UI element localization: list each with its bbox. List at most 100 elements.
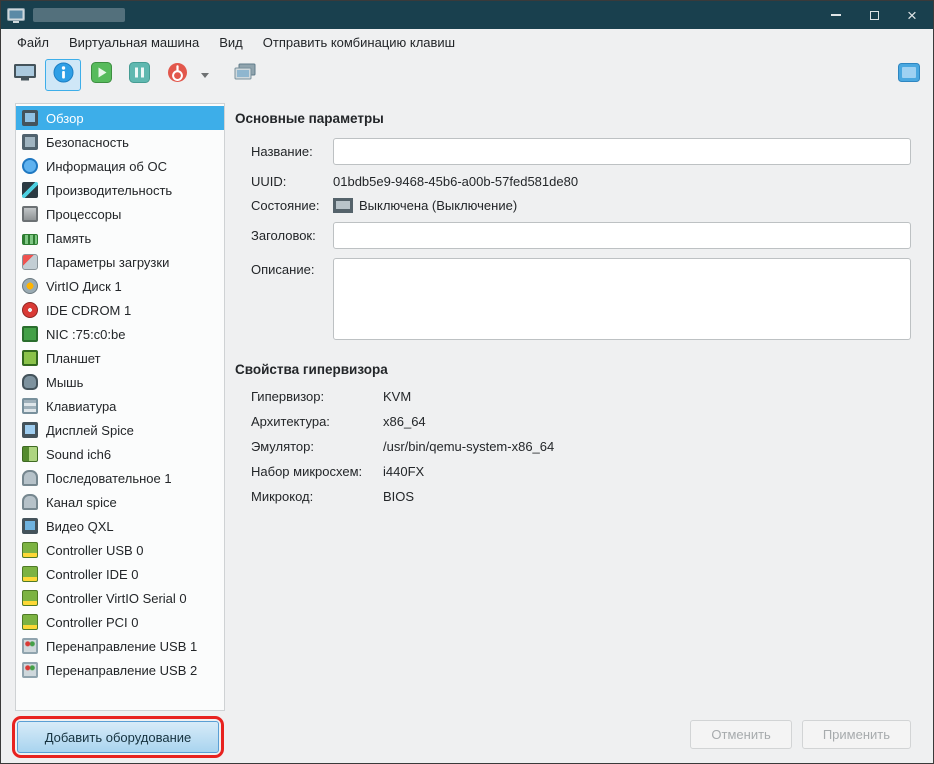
hypervisor-value: KVM (383, 389, 412, 404)
sidebar-item-boot-options[interactable]: Параметры загрузки (16, 250, 224, 274)
chipset-value: i440FX (383, 464, 425, 479)
architecture-value: x86_64 (383, 414, 426, 429)
sidebar-item-label: Канал spice (46, 494, 117, 510)
add-hardware-wrap: Добавить оборудование (12, 716, 224, 758)
add-hardware-button[interactable]: Добавить оборудование (17, 721, 219, 753)
pause-button[interactable] (121, 59, 157, 91)
show-details-button[interactable] (45, 59, 81, 91)
sidebar-item-usb-redir-2[interactable]: Перенаправление USB 2 (16, 658, 224, 682)
state-row: Выключена (Выключение) (333, 198, 911, 213)
controller-icon (22, 542, 38, 558)
chipset-label: Набор микросхем: (251, 464, 363, 479)
sidebar-item-security[interactable]: Безопасность (16, 130, 224, 154)
menu-send-key[interactable]: Отправить комбинацию клавиш (255, 32, 463, 53)
sidebar-item-keyboard[interactable]: Клавиатура (16, 394, 224, 418)
cpu-icon (22, 206, 38, 222)
apply-button[interactable]: Применить (801, 720, 911, 749)
title-input[interactable] (333, 222, 911, 249)
sidebar-list: Обзор Безопасность Информация об ОС Произво… (15, 103, 225, 711)
keyboard-icon (22, 398, 38, 414)
vm-state-monitor-icon (333, 198, 353, 213)
maximize-button[interactable] (859, 4, 889, 26)
run-button[interactable] (83, 59, 119, 91)
sidebar-item-label: NIC :75:c0:be (46, 326, 126, 342)
shutdown-menu-caret[interactable] (197, 59, 213, 91)
sidebar-item-controller-usb-0[interactable]: Controller USB 0 (16, 538, 224, 562)
close-button[interactable]: × (897, 4, 927, 26)
sidebar-item-label: VirtIO Диск 1 (46, 278, 122, 294)
info-details-icon (53, 62, 74, 88)
cdrom-icon (22, 302, 38, 318)
sidebar-item-mouse[interactable]: Мышь (16, 370, 224, 394)
hardware-sidebar: Обзор Безопасность Информация об ОС Произво… (1, 95, 225, 763)
sidebar-item-label: Безопасность (46, 134, 129, 150)
sidebar-item-sound-ich6[interactable]: Sound ich6 (16, 442, 224, 466)
sidebar-item-ide-cdrom-1[interactable]: IDE CDROM 1 (16, 298, 224, 322)
manage-snapshots-button[interactable] (227, 59, 263, 91)
menu-view[interactable]: Вид (211, 32, 251, 53)
footer-buttons: Отменить Применить (690, 720, 911, 749)
channel-icon (22, 494, 38, 510)
maximize-icon (869, 10, 879, 20)
name-input[interactable] (333, 138, 911, 165)
firmware-value: BIOS (383, 489, 415, 504)
sidebar-item-display-spice[interactable]: Дисплей Spice (16, 418, 224, 442)
sidebar-item-controller-ide-0[interactable]: Controller IDE 0 (16, 562, 224, 586)
sidebar-item-controller-pci-0[interactable]: Controller PCI 0 (16, 610, 224, 634)
sidebar-item-os-info[interactable]: Информация об ОС (16, 154, 224, 178)
sidebar-item-label: Информация об ОС (46, 158, 167, 174)
sidebar-item-tablet[interactable]: Планшет (16, 346, 224, 370)
video-icon (22, 518, 38, 534)
hypervisor-label: Гипервизор: (251, 389, 325, 404)
description-textarea[interactable] (333, 258, 911, 340)
sidebar-item-label: Производительность (46, 182, 173, 198)
sidebar-item-label: Перенаправление USB 1 (46, 638, 198, 654)
firmware-label: Микрокод: (251, 489, 314, 504)
mouse-icon (22, 374, 38, 390)
sidebar-item-serial-1[interactable]: Последовательное 1 (16, 466, 224, 490)
menu-virtual-machine[interactable]: Виртуальная машина (61, 32, 207, 53)
emulator-label: Эмулятор: (251, 439, 315, 454)
sidebar-item-label: Sound ich6 (46, 446, 112, 462)
sidebar-item-processors[interactable]: Процессоры (16, 202, 224, 226)
architecture-label: Архитектура: (251, 414, 330, 429)
sidebar-item-nic[interactable]: NIC :75:c0:be (16, 322, 224, 346)
uuid-value: 01bdb5e9-9468-45b6-a00b-57fed581de80 (333, 174, 579, 189)
uuid-label: UUID: (251, 174, 287, 189)
controller-icon (22, 590, 38, 606)
sidebar-item-label: Controller PCI 0 (46, 614, 139, 630)
sidebar-item-controller-virtio-serial-0[interactable]: Controller VirtIO Serial 0 (16, 586, 224, 610)
fullscreen-icon (898, 63, 920, 87)
run-play-icon (90, 62, 112, 88)
sidebar-item-label: Обзор (46, 110, 84, 126)
menu-file[interactable]: Файл (9, 32, 57, 53)
sidebar-item-channel-spice[interactable]: Канал spice (16, 490, 224, 514)
sound-icon (22, 446, 38, 462)
main-area: Обзор Безопасность Информация об ОС Произво… (1, 95, 933, 763)
memory-icon (22, 234, 38, 245)
vm-details-window: × Файл Виртуальная машина Вид Отправить … (0, 0, 934, 764)
sidebar-item-label: Дисплей Spice (46, 422, 134, 438)
usb-icon (22, 638, 38, 654)
sidebar-item-performance[interactable]: Производительность (16, 178, 224, 202)
sidebar-item-usb-redir-1[interactable]: Перенаправление USB 1 (16, 634, 224, 658)
sidebar-item-label: IDE CDROM 1 (46, 302, 132, 318)
sidebar-item-label: Последовательное 1 (46, 470, 172, 486)
serial-icon (22, 470, 38, 486)
shutdown-button[interactable] (159, 59, 195, 91)
security-icon (22, 134, 38, 150)
sidebar-item-virtio-disk-1[interactable]: VirtIO Диск 1 (16, 274, 224, 298)
sidebar-item-video-qxl[interactable]: Видео QXL (16, 514, 224, 538)
minimize-button[interactable] (821, 4, 851, 26)
overview-monitor-icon (22, 110, 38, 126)
controller-icon (22, 566, 38, 582)
show-console-button[interactable] (7, 59, 43, 91)
window-title-redacted (33, 8, 125, 22)
sidebar-item-overview[interactable]: Обзор (16, 106, 224, 130)
fullscreen-button[interactable] (891, 59, 927, 91)
sidebar-item-label: Память (46, 230, 92, 246)
sidebar-item-label: Controller USB 0 (46, 542, 144, 558)
sidebar-item-memory[interactable]: Память (16, 226, 224, 250)
cancel-button[interactable]: Отменить (690, 720, 792, 749)
display-icon (22, 422, 38, 438)
